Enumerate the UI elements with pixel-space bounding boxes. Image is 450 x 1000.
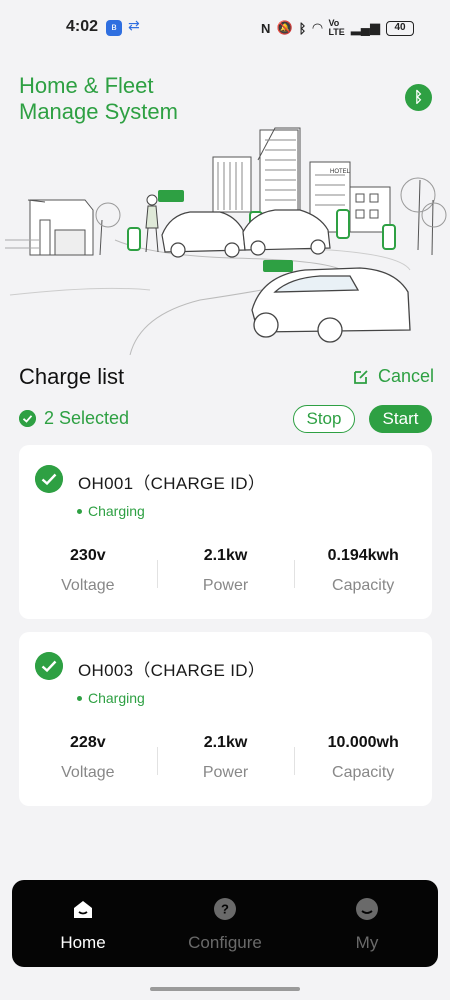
metric-label: Power bbox=[202, 764, 249, 781]
metric-value: 2.1kw bbox=[203, 734, 248, 751]
mute-icon: 🔕 bbox=[276, 20, 293, 35]
start-button[interactable]: Start bbox=[369, 405, 432, 433]
home-indicator[interactable] bbox=[150, 987, 300, 991]
metric-value: 230v bbox=[70, 547, 106, 564]
nav-label: Configure bbox=[188, 933, 262, 952]
nfc-icon: N bbox=[261, 20, 271, 36]
bluetooth-icon: ᛒ bbox=[298, 20, 307, 36]
status-label: Charging bbox=[88, 503, 145, 519]
metric-value: 2.1kw bbox=[203, 547, 248, 564]
status-badge: Charging bbox=[77, 690, 145, 706]
check-circle-icon[interactable] bbox=[35, 652, 63, 680]
status-dot-icon bbox=[77, 695, 82, 701]
edit-icon bbox=[354, 369, 368, 384]
signal-icon: ▂▄▆ bbox=[350, 20, 380, 35]
metric-label: Capacity bbox=[332, 764, 395, 781]
status-label: Charging bbox=[88, 690, 145, 706]
metric-label: Voltage bbox=[61, 577, 115, 594]
nav-item-configure[interactable]: ? Configure bbox=[154, 880, 296, 967]
help-icon: ? bbox=[214, 898, 236, 920]
battery-icon: 40 bbox=[386, 20, 414, 36]
app-title-line1: Home & Fleet bbox=[19, 73, 154, 98]
charge-list-title: Charge list bbox=[19, 364, 125, 389]
check-circle-icon[interactable] bbox=[35, 465, 63, 493]
metrics-row: 230v Voltage 2.1kw Power 0.194kwh Capaci… bbox=[19, 547, 432, 601]
svg-text:?: ? bbox=[221, 902, 229, 917]
check-circle-icon bbox=[19, 410, 36, 427]
metric-voltage: 228v Voltage bbox=[19, 734, 157, 788]
nav-item-my[interactable]: My bbox=[296, 880, 438, 967]
metric-capacity: 10.000wh Capacity bbox=[294, 734, 432, 788]
status-time: 4:02 bbox=[66, 18, 99, 35]
metric-power: 2.1kw Power bbox=[156, 547, 295, 601]
data-transfer-icon: ⇄ bbox=[128, 17, 140, 33]
bottom-nav: Home ? Configure My bbox=[12, 880, 438, 967]
user-icon bbox=[356, 898, 378, 920]
metrics-row: 228v Voltage 2.1kw Power 10.000wh Capaci… bbox=[19, 734, 432, 788]
metric-value: 0.194kwh bbox=[327, 547, 399, 564]
home-icon bbox=[74, 901, 92, 918]
metric-capacity: 0.194kwh Capacity bbox=[294, 547, 432, 601]
hero-illustration: HOTEL bbox=[5, 127, 447, 355]
metric-voltage: 230v Voltage bbox=[19, 547, 157, 601]
metric-power: 2.1kw Power bbox=[156, 734, 295, 788]
charge-id: OH003（CHARGE ID） bbox=[78, 661, 266, 680]
status-icons: N 🔕 ᛒ ◠ Vo LTE ▂▄▆ 40 bbox=[261, 19, 414, 37]
charge-id: OH001（CHARGE ID） bbox=[78, 474, 266, 493]
selected-label: 2 Selected bbox=[44, 408, 130, 428]
metric-label: Power bbox=[202, 577, 249, 594]
status-dot-icon bbox=[77, 508, 82, 514]
charge-card[interactable]: OH003（CHARGE ID） Charging 228v Voltage 2… bbox=[19, 632, 432, 806]
status-badge: Charging bbox=[77, 503, 145, 519]
bluetooth-status-icon: ʙ bbox=[106, 20, 122, 36]
metric-label: Voltage bbox=[61, 764, 115, 781]
app-title: Home & Fleet Manage System bbox=[19, 73, 178, 125]
metric-label: Capacity bbox=[332, 577, 395, 594]
nav-label: My bbox=[355, 933, 379, 952]
wifi-icon: ◠ bbox=[312, 20, 323, 35]
volte-icon: Vo LTE bbox=[328, 18, 345, 37]
nav-label: Home bbox=[60, 933, 106, 952]
metric-value: 10.000wh bbox=[327, 734, 399, 751]
charge-card[interactable]: OH001（CHARGE ID） Charging 230v Voltage 2… bbox=[19, 445, 432, 619]
cancel-button[interactable]: Cancel bbox=[352, 366, 434, 387]
bluetooth-button[interactable]: ᛒ bbox=[405, 84, 432, 111]
selected-count: 2 Selected bbox=[19, 408, 129, 429]
metric-value: 228v bbox=[70, 734, 106, 751]
bluetooth-icon: ᛒ bbox=[413, 89, 423, 106]
stop-button[interactable]: Stop bbox=[293, 405, 355, 433]
cancel-label: Cancel bbox=[378, 366, 435, 386]
nav-item-home[interactable]: Home bbox=[12, 880, 154, 967]
status-bar: 4:02 ʙ ⇄ N 🔕 ᛒ ◠ Vo LTE ▂▄▆ 40 bbox=[0, 0, 450, 56]
hotel-sign: HOTEL bbox=[330, 169, 351, 175]
